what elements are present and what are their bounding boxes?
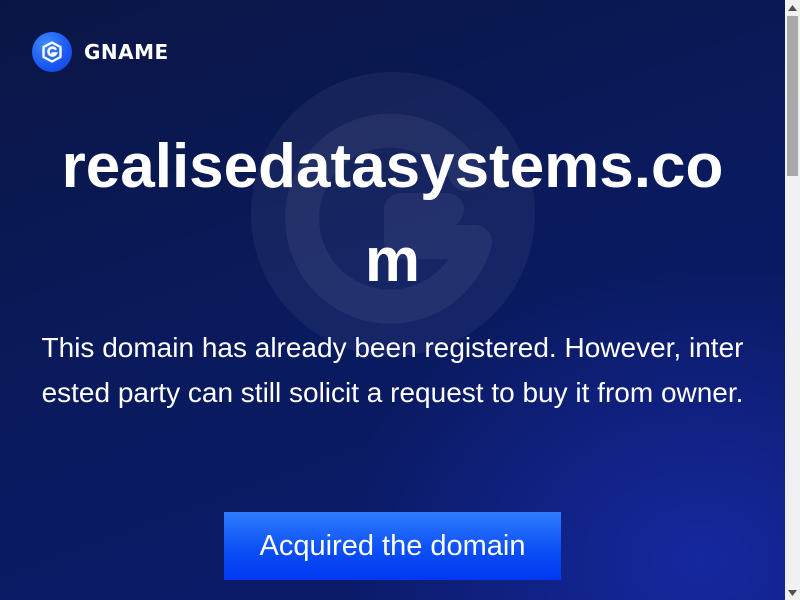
scroll-down-arrow-icon[interactable]: [785, 585, 800, 600]
domain-status-description: This domain has already been registered.…: [41, 332, 744, 408]
landing-page: GNAME realisedatasystems.com This domain…: [0, 0, 785, 600]
scrollbar-thumb[interactable]: [787, 16, 798, 176]
vertical-scrollbar[interactable]: [785, 0, 800, 600]
header: GNAME: [32, 32, 169, 72]
gname-logo-icon[interactable]: [32, 32, 72, 72]
scroll-up-arrow-icon[interactable]: [785, 0, 800, 15]
brand-name[interactable]: GNAME: [84, 40, 169, 64]
acquire-domain-button[interactable]: Acquired the domain: [224, 512, 561, 580]
domain-name-title: realisedatasystems.com: [61, 132, 724, 295]
